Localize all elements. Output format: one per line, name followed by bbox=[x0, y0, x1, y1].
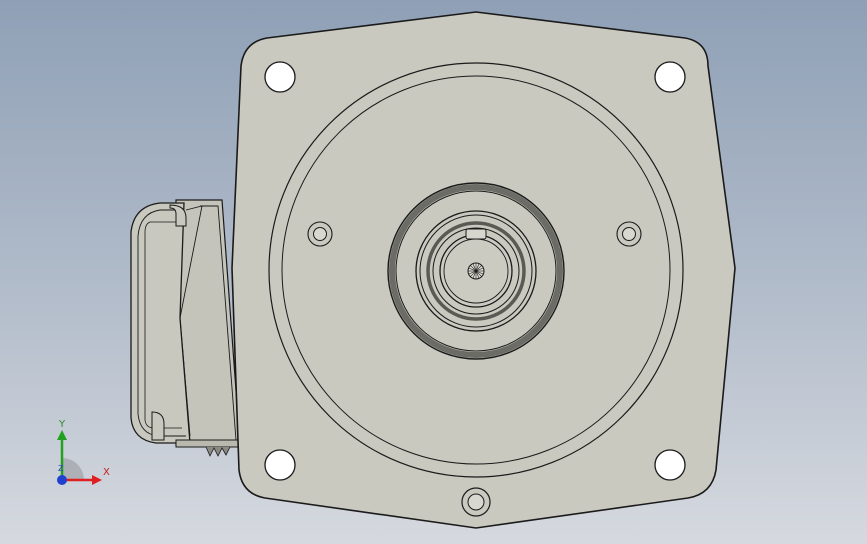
shaft-keyway bbox=[465, 228, 487, 240]
graphics-viewport[interactable]: Y X Z bbox=[0, 0, 867, 544]
triad-z-axis bbox=[57, 475, 67, 485]
screw-right bbox=[616, 221, 642, 247]
motor-body bbox=[130, 199, 243, 457]
mounting-hole-top-right bbox=[654, 61, 686, 93]
gear-motor-model[interactable] bbox=[0, 0, 867, 544]
mounting-hole-bottom-left bbox=[264, 449, 296, 481]
triad-x-arrow bbox=[92, 475, 102, 485]
triad-y-label: Y bbox=[59, 419, 66, 430]
mounting-hole-bottom-right bbox=[654, 449, 686, 481]
triad-x-label: X bbox=[103, 467, 110, 478]
output-hub bbox=[387, 182, 565, 360]
mounting-hole-top-left bbox=[264, 61, 296, 93]
reference-triad: Y X Z bbox=[50, 420, 120, 490]
screw-left bbox=[307, 221, 333, 247]
triad-axes bbox=[57, 430, 102, 485]
triad-z-label: Z bbox=[58, 464, 64, 473]
triad-y-arrow bbox=[57, 430, 67, 440]
screw-bottom bbox=[461, 487, 491, 517]
